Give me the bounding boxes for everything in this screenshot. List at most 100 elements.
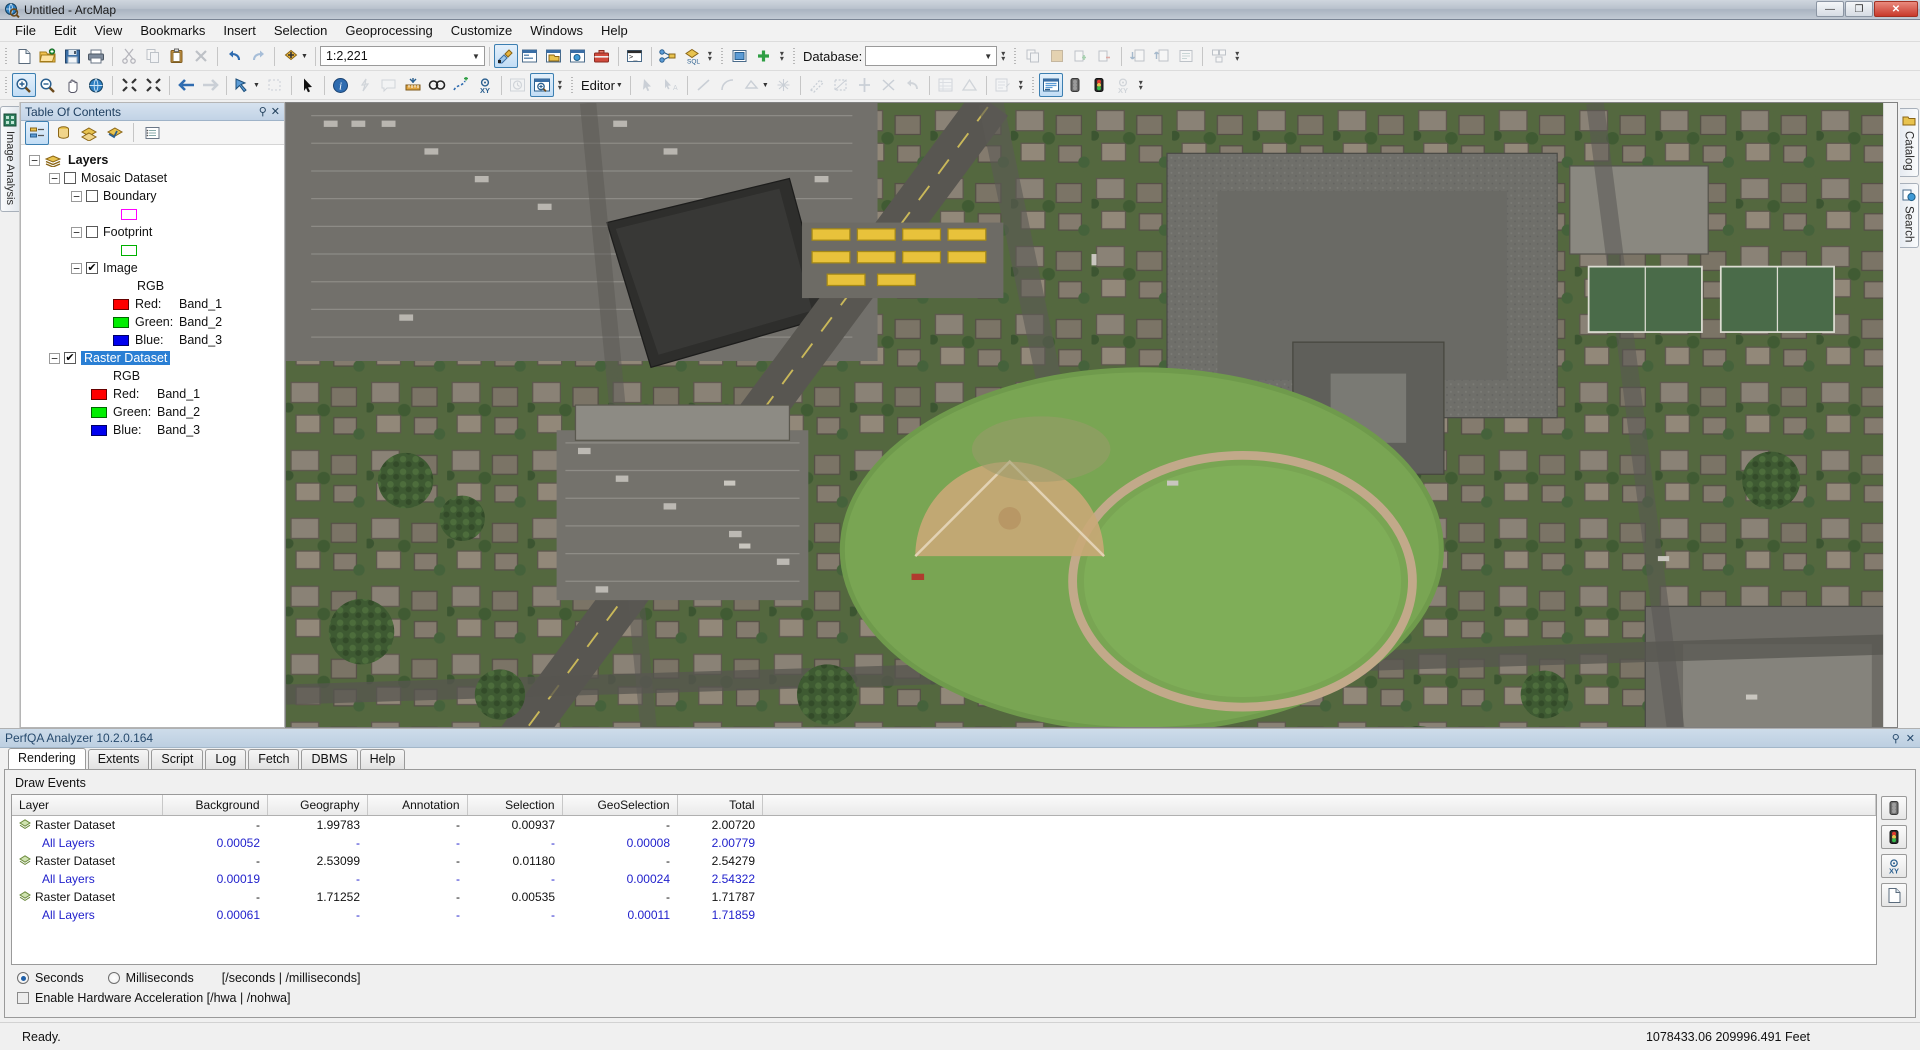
- col-geography[interactable]: Geography: [267, 795, 368, 816]
- expander-toggle[interactable]: −: [71, 226, 82, 238]
- search-window-icon[interactable]: [566, 44, 590, 68]
- traffic-light-color-icon[interactable]: [1087, 73, 1111, 97]
- toolbar-overflow-button[interactable]: ▾ ▾: [1135, 74, 1147, 96]
- attributes-icon[interactable]: [934, 73, 958, 97]
- editor-menu-label[interactable]: Editor: [578, 78, 618, 93]
- table-row[interactable]: All Layers 0.00019 - - - 0.00024 2.54322: [12, 870, 1876, 888]
- toolbar-grip[interactable]: [3, 46, 9, 66]
- straight-segment-icon[interactable]: [692, 73, 716, 97]
- expander-toggle[interactable]: −: [49, 172, 60, 184]
- toc-node-red-band1[interactable]: Red: Band_1: [29, 295, 284, 313]
- save-icon[interactable]: [60, 44, 84, 68]
- menu-help[interactable]: Help: [592, 20, 637, 41]
- traffic-light-gray-icon[interactable]: [1063, 73, 1087, 97]
- map-aerial-imagery[interactable]: [286, 103, 1897, 728]
- table-row[interactable]: Raster Dataset - 1.99783 - 0.00937 - 2.0…: [12, 816, 1876, 835]
- database-combo[interactable]: ▼: [865, 46, 998, 66]
- tab-help[interactable]: Help: [359, 749, 406, 769]
- toc-node-layers[interactable]: − Layers: [29, 151, 284, 169]
- toolbar-overflow-button[interactable]: ▾ ▾: [1231, 45, 1243, 67]
- table-row[interactable]: All Layers 0.00052 - - - 0.00008 2.00779: [12, 834, 1876, 852]
- undo-edit-icon[interactable]: [901, 73, 925, 97]
- python-window-icon[interactable]: >_: [623, 44, 647, 68]
- toolbar-overflow-button[interactable]: ▾ ▾: [776, 45, 788, 67]
- table-of-contents-icon[interactable]: [518, 44, 542, 68]
- xy-target-icon[interactable]: XY: [1881, 854, 1907, 878]
- paste-icon[interactable]: [165, 44, 189, 68]
- col-background[interactable]: Background: [162, 795, 268, 816]
- footprint-symbol-swatch[interactable]: [121, 244, 137, 256]
- dataset-properties-icon[interactable]: [1174, 44, 1198, 68]
- select-features-dropdown-caret[interactable]: ▼: [253, 82, 263, 89]
- map-scale-combo[interactable]: 1:2,221 ▼: [319, 46, 485, 66]
- copy-dataset-icon[interactable]: [1021, 44, 1045, 68]
- perfqa-pin-button[interactable]: ⚲: [1892, 732, 1900, 745]
- editor-dropdown-caret[interactable]: ▼: [616, 82, 626, 89]
- measure-icon[interactable]: [401, 73, 425, 97]
- perfqa-close-button[interactable]: ✕: [1906, 732, 1915, 745]
- toc-close-button[interactable]: ✕: [271, 105, 280, 118]
- new-document-icon[interactable]: [12, 44, 36, 68]
- tab-dbms[interactable]: DBMS: [301, 749, 358, 769]
- catalog-window-icon[interactable]: [542, 44, 566, 68]
- col-selection[interactable]: Selection: [467, 795, 563, 816]
- full-extent-icon[interactable]: [84, 73, 108, 97]
- list-by-drawing-order-icon[interactable]: [25, 120, 49, 145]
- menu-insert[interactable]: Insert: [214, 20, 265, 41]
- menu-geoprocessing[interactable]: Geoprocessing: [336, 20, 441, 41]
- options-icon[interactable]: [140, 121, 164, 145]
- map-view[interactable]: [285, 102, 1898, 728]
- tab-rendering[interactable]: Rendering: [8, 748, 86, 769]
- map-vertical-scrollbar[interactable]: [1883, 103, 1897, 727]
- identify-icon[interactable]: i: [329, 73, 353, 97]
- merge-icon[interactable]: [877, 73, 901, 97]
- perfqa-analyzer-icon[interactable]: [1038, 73, 1063, 97]
- visibility-checkbox[interactable]: [64, 352, 76, 364]
- sql-icon[interactable]: SQL: [680, 44, 704, 68]
- blue-band-swatch[interactable]: [91, 424, 107, 436]
- delete-x-icon[interactable]: [189, 44, 213, 68]
- toc-node-red-band1-b[interactable]: Red: Band_1: [29, 385, 284, 403]
- toolbar-grip[interactable]: [3, 75, 9, 95]
- add-data-icon[interactable]: [279, 44, 303, 68]
- toc-node-footprint-symbol[interactable]: [29, 241, 284, 259]
- expander-toggle[interactable]: −: [71, 190, 82, 202]
- col-layer[interactable]: Layer: [12, 795, 163, 816]
- construct-points-icon[interactable]: [772, 73, 796, 97]
- radio-milliseconds[interactable]: [107, 972, 120, 984]
- visibility-checkbox[interactable]: [86, 262, 98, 274]
- toolbar-grip[interactable]: [790, 46, 797, 66]
- toc-node-green-band2-b[interactable]: Green: Band_2: [29, 403, 284, 421]
- vertical-tab-catalog[interactable]: Catalog: [1899, 108, 1919, 177]
- edit-tool-icon[interactable]: [635, 73, 659, 97]
- table-row[interactable]: All Layers 0.00061 - - - 0.00011 1.71859: [12, 906, 1876, 924]
- add-data-dropdown-caret[interactable]: ▼: [301, 53, 311, 60]
- open-folder-icon[interactable]: [36, 44, 60, 68]
- col-total[interactable]: Total: [677, 795, 763, 816]
- expander-toggle[interactable]: −: [29, 154, 40, 166]
- col-geoselection[interactable]: GeoSelection: [562, 795, 678, 816]
- list-by-source-icon[interactable]: [51, 121, 75, 145]
- toolbar-grip[interactable]: [718, 46, 725, 66]
- toc-node-green-band2[interactable]: Green: Band_2: [29, 313, 284, 331]
- menu-file[interactable]: File: [6, 20, 45, 41]
- hyperlink-icon[interactable]: [353, 73, 377, 97]
- toc-node-raster-dataset[interactable]: − Raster Dataset: [29, 349, 284, 367]
- toc-pin-button[interactable]: ⚲: [259, 105, 267, 118]
- pan-icon[interactable]: [60, 73, 84, 97]
- tab-log[interactable]: Log: [205, 749, 247, 769]
- xy-target-icon[interactable]: XY: [1111, 73, 1135, 97]
- red-band-swatch[interactable]: [91, 388, 107, 400]
- register-dataset-icon[interactable]: [1069, 44, 1093, 68]
- toc-node-boundary-symbol[interactable]: [29, 205, 284, 223]
- undo-icon[interactable]: [222, 44, 246, 68]
- add-plus-icon[interactable]: [752, 44, 776, 68]
- draw-events-grid[interactable]: Layer Background Geography Annotation Se…: [11, 794, 1877, 965]
- toolbar-overflow-button[interactable]: ▾ ▾: [704, 45, 716, 67]
- chevron-down-icon[interactable]: ▼: [980, 47, 996, 65]
- vertical-tab-image-analysis[interactable]: Image Analysis: [0, 106, 19, 212]
- visibility-checkbox[interactable]: [86, 226, 98, 238]
- close-button[interactable]: ✕: [1874, 1, 1918, 17]
- create-viewer-window-icon[interactable]: [529, 73, 554, 97]
- tab-extents[interactable]: Extents: [87, 749, 150, 769]
